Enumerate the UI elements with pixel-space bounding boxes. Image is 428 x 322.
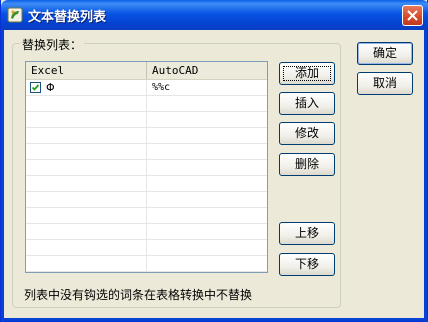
group-label: 替换列表： [20,36,85,53]
checkmark-icon [31,84,40,91]
empty-list-row[interactable] [26,128,267,144]
empty-list-row[interactable] [26,192,267,208]
window-frame-left [1,30,4,322]
close-button[interactable] [402,5,423,26]
add-button[interactable]: 添加 [279,62,335,85]
empty-list-row[interactable] [26,256,267,272]
window-title: 文本替换列表 [28,10,107,25]
hint-text: 列表中没有钩选的词条在表格转换中不替换 [24,288,253,302]
empty-list-row[interactable] [26,144,267,160]
move-up-button[interactable]: 上移 [279,222,335,245]
dialog-window: 文本替换列表 替换列表： Excel AutoCAD Φ %%c 添加 插入 修… [0,0,428,322]
column-header-autocad[interactable]: AutoCAD [147,62,267,79]
column-header-excel[interactable]: Excel [26,62,147,79]
window-frame-bottom [1,318,428,321]
delete-button[interactable]: 删除 [279,153,335,176]
app-icon [7,7,23,23]
empty-list-row[interactable] [26,208,267,224]
empty-list-row[interactable] [26,96,267,112]
insert-button[interactable]: 插入 [279,92,335,115]
cancel-button[interactable]: 取消 [357,72,413,95]
empty-list-row[interactable] [26,240,267,256]
row-checkbox[interactable] [30,82,41,93]
modify-button[interactable]: 修改 [279,122,335,145]
empty-list-row[interactable] [26,224,267,240]
empty-list-row[interactable] [26,112,267,128]
close-icon [407,10,418,21]
move-down-button[interactable]: 下移 [279,253,335,276]
ok-button[interactable]: 确定 [357,42,413,65]
cell-excel: Φ [46,81,55,94]
replace-list-view[interactable]: Excel AutoCAD Φ %%c [25,61,268,273]
empty-list-row[interactable] [26,176,267,192]
empty-list-row[interactable] [26,160,267,176]
list-row[interactable]: Φ %%c [26,80,267,96]
list-header: Excel AutoCAD [26,62,267,80]
title-bar[interactable]: 文本替换列表 [1,0,428,30]
cell-autocad: %%c [152,82,171,93]
window-frame-right [424,30,427,322]
